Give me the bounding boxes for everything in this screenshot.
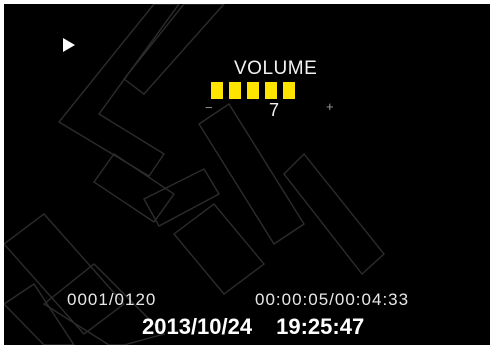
volume-bar-segment <box>229 82 241 99</box>
volume-level-value: 7 <box>268 100 279 120</box>
volume-bar-segment <box>247 82 259 99</box>
volume-plus-label: + <box>326 99 334 114</box>
volume-bar-segment <box>283 82 295 99</box>
recording-date: 2013/10/24 <box>142 314 253 339</box>
play-icon <box>63 38 75 52</box>
volume-minus-label: − <box>205 100 213 115</box>
volume-level-bars <box>211 82 295 99</box>
volume-bar-segment <box>211 82 223 99</box>
playback-time: 00:00:05/00:04:33 <box>255 290 410 309</box>
file-counter: 0001/0120 <box>67 290 157 309</box>
video-screen: VOLUME − 7 + 0001/0120 00:00:05/00:04:33… <box>4 4 490 345</box>
recording-datetime: 2013/10/24 19:25:47 <box>142 315 364 339</box>
volume-title: VOLUME <box>234 58 318 79</box>
recording-time: 19:25:47 <box>276 314 365 339</box>
volume-bar-segment <box>265 82 277 99</box>
